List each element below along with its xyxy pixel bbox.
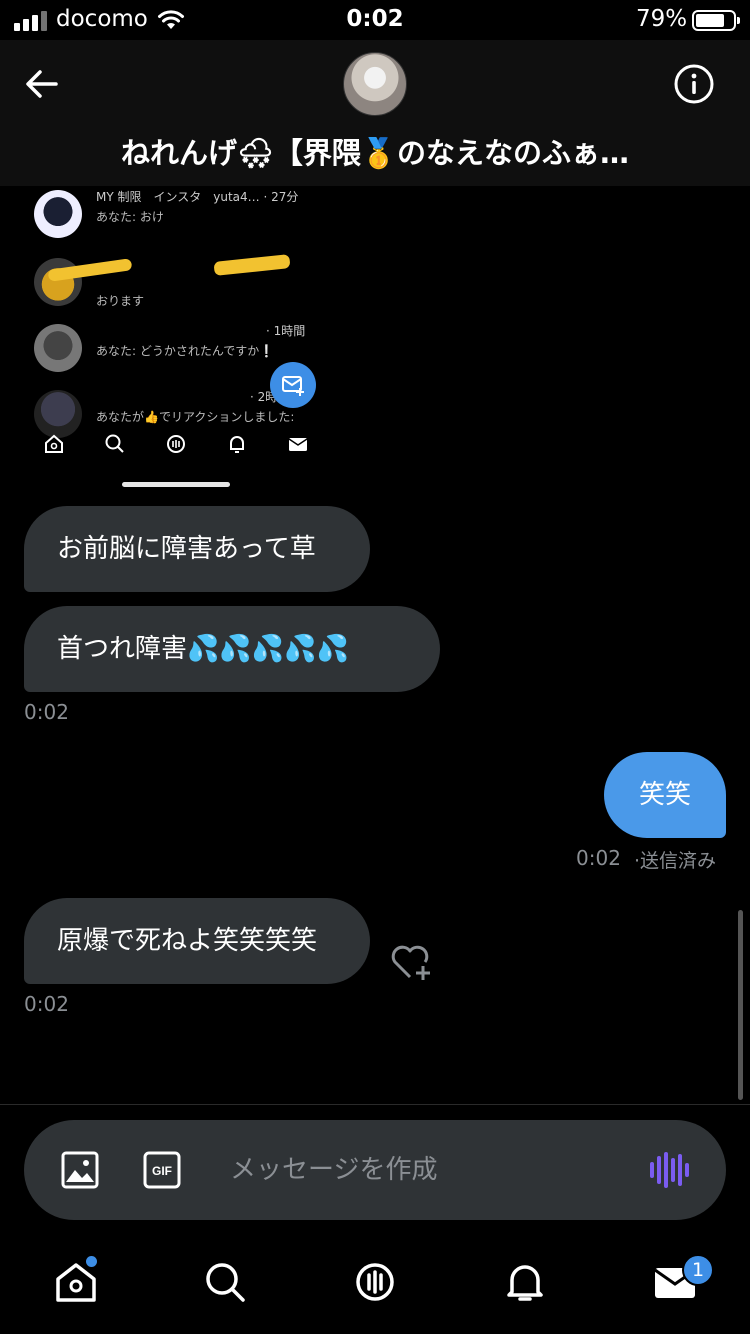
scrollbar[interactable] [738, 910, 743, 1100]
dm-row-preview: あなた: おけ [96, 210, 164, 224]
message-input[interactable] [230, 1145, 630, 1195]
home-icon [45, 434, 64, 453]
bell-icon[interactable] [501, 1258, 549, 1306]
received-message-bubble[interactable]: 原爆で死ねよ笑笑笑笑 [24, 898, 370, 984]
received-message-bubble[interactable]: お前脳に障害あって草 [24, 506, 370, 592]
battery-icon [692, 10, 740, 31]
search-icon [105, 434, 124, 453]
back-arrow-icon[interactable] [20, 62, 64, 106]
messages-unread-badge: 1 [682, 1254, 714, 1286]
conversation-title[interactable]: ねれんげ🌨【界隈🥇のなえなのふぁ… [20, 130, 730, 172]
dm-avatar [34, 190, 82, 238]
dm-row-preview: おります [96, 294, 145, 308]
gif-icon[interactable]: GIF [142, 1150, 182, 1190]
message-timestamp: 0:02 [24, 992, 69, 1016]
home-indicator [122, 482, 230, 487]
spaces-icon[interactable] [351, 1258, 399, 1306]
bell-icon [229, 436, 244, 453]
new-message-fab [270, 362, 316, 408]
composer-divider [0, 1104, 750, 1105]
screenshot-tabbar [24, 422, 328, 466]
shared-screenshot-image[interactable]: MY 制限 インスタ yuta4… · 27分 あなた: おけ おります · 1… [24, 186, 328, 492]
dm-row-preview: あなた: どうかされたんですか❕ [96, 344, 275, 358]
sent-message-bubble[interactable]: 笑笑 [604, 752, 726, 838]
voice-message-icon[interactable] [648, 1150, 690, 1190]
dm-row-name: MY 制限 インスタ yuta4… · 27分 [96, 190, 299, 204]
mail-icon [288, 438, 307, 451]
battery-percent: 79% [636, 6, 688, 32]
info-icon[interactable] [672, 62, 716, 106]
compose-mail-icon [282, 376, 304, 396]
image-icon[interactable] [60, 1150, 100, 1190]
dm-avatar [34, 324, 82, 372]
message-timestamp: 0:02 [24, 700, 69, 724]
home-notification-dot [86, 1256, 97, 1267]
conversation-header: ねれんげ🌨【界隈🥇のなえなのふぁ… [0, 40, 750, 186]
received-message-bubble[interactable]: 首つれ障害💦💦💦💦💦 [24, 606, 440, 692]
status-bar: docomo 0:02 79% [0, 0, 750, 40]
redaction-scribble [213, 254, 291, 276]
contact-avatar[interactable] [343, 52, 407, 116]
svg-text:GIF: GIF [152, 1164, 172, 1178]
dm-list-row: MY 制限 インスタ yuta4… · 27分 あなた: おけ [34, 186, 324, 246]
search-icon[interactable] [201, 1258, 249, 1306]
sent-status: ·送信済み [634, 850, 717, 872]
message-composer: GIF [24, 1120, 726, 1220]
spaces-icon [166, 435, 185, 453]
bottom-tab-bar [0, 1240, 750, 1334]
message-timestamp: 0:02 [576, 846, 621, 870]
dm-list-row: おります [34, 254, 324, 314]
add-reaction-heart-icon[interactable] [388, 942, 434, 982]
dm-row-name: · 1時間 [266, 324, 306, 338]
